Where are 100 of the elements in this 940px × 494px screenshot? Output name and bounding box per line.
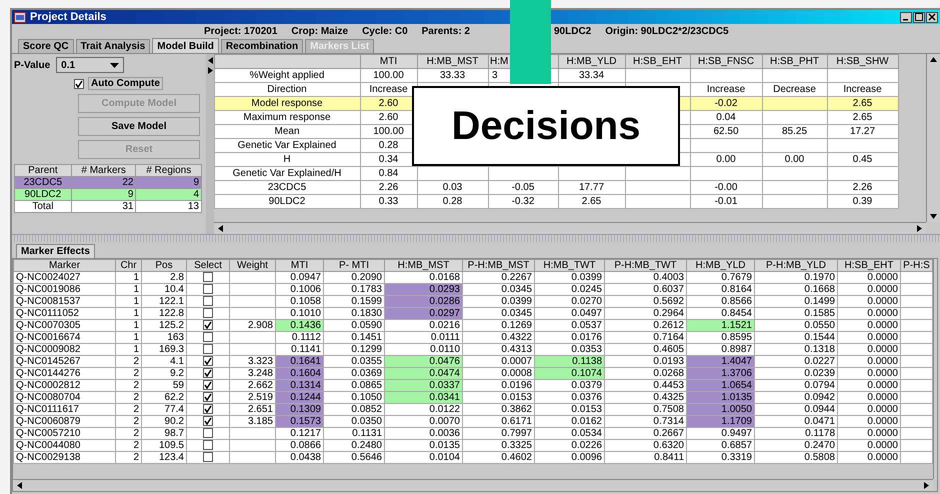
table-cell: 2.519 [230, 392, 276, 404]
table-cell: 0.0104 [384, 452, 462, 464]
table-cell: 0.0245 [534, 284, 604, 296]
select-checkbox[interactable] [203, 296, 213, 306]
auto-compute-checkbox[interactable] [74, 78, 84, 88]
caret-icon [110, 62, 120, 68]
table-cell: 0.4322 [462, 332, 534, 344]
select-checkbox[interactable] [203, 380, 213, 390]
table-cell: 0.4453 [604, 380, 686, 392]
tab[interactable]: Model Build [152, 38, 219, 53]
horizontal-scrollbar[interactable] [214, 222, 926, 234]
maximize-button[interactable] [913, 12, 925, 22]
column-header: H:SB_PHT [762, 54, 828, 68]
scroll-right-icon[interactable] [917, 225, 922, 232]
tab[interactable]: Score QC [18, 39, 74, 53]
table-cell: 0.3862 [462, 404, 534, 416]
table-cell: 0.1299 [324, 344, 384, 356]
table-cell: 0.4605 [604, 344, 686, 356]
table-cell: 62.2 [142, 392, 186, 404]
select-checkbox[interactable] [203, 356, 213, 366]
table-cell: 0.3325 [462, 440, 534, 452]
table-cell: 0.0268 [604, 368, 686, 380]
table-cell: 0.0000 [838, 428, 900, 440]
table-cell: 122.8 [142, 308, 186, 320]
table-cell: 0.1599 [324, 296, 384, 308]
table-cell: 0.1585 [754, 308, 838, 320]
table-cell: 31 [71, 200, 136, 212]
select-checkbox[interactable] [203, 332, 213, 342]
table-cell: 123.4 [142, 452, 186, 464]
table-cell: 0.1074 [534, 368, 604, 380]
table-cell: 3.185 [230, 416, 276, 428]
table-cell: 1.0135 [686, 392, 754, 404]
table-cell: 0.00 [690, 152, 762, 166]
tab[interactable]: Marker Effects [16, 244, 95, 258]
table-cell: 0.7997 [462, 428, 534, 440]
project-info: Project: 170201 [204, 26, 278, 36]
table-cell: 0.0345 [462, 308, 534, 320]
model-button[interactable]: Save Model [78, 117, 200, 136]
table-cell: 0.0497 [534, 308, 604, 320]
decisions-callout: Decisions [412, 86, 680, 166]
table-cell: 0.2267 [462, 272, 534, 284]
column-header: MTI [276, 260, 324, 272]
table-cell: 0.0122 [384, 404, 462, 416]
project-info: Origin: 90LDC2*2/23CDC5 [605, 26, 729, 36]
table-cell: 0.0226 [534, 440, 604, 452]
select-checkbox[interactable] [203, 284, 213, 294]
table-cell: 0.0353 [534, 344, 604, 356]
select-checkbox[interactable] [203, 308, 213, 318]
table-cell: 125.2 [142, 320, 186, 332]
select-checkbox[interactable] [203, 416, 213, 426]
minimize-button[interactable] [900, 12, 912, 22]
column-header: MTI [360, 54, 418, 68]
p-value-dropdown[interactable]: 0.1 [56, 57, 124, 73]
table-cell: 0.8566 [686, 296, 754, 308]
table-cell: 62.50 [690, 124, 762, 138]
select-checkbox[interactable] [203, 404, 213, 414]
select-checkbox[interactable] [203, 428, 213, 438]
horizontal-scrollbar[interactable] [13, 479, 933, 491]
column-header: H:MB_TWT [534, 260, 604, 272]
select-checkbox[interactable] [203, 368, 213, 378]
tab[interactable]: Recombination [220, 39, 304, 53]
vertical-scrollbar[interactable] [926, 54, 940, 222]
scroll-down-icon[interactable] [930, 214, 937, 219]
select-checkbox[interactable] [203, 452, 213, 462]
marker-cell: Q-NC0024027 [14, 272, 116, 284]
table-cell: 0.1668 [754, 284, 838, 296]
marker-cell: Q-NC0002812 [14, 380, 116, 392]
table-cell: 0.0196 [462, 380, 534, 392]
table-cell: 0.0110 [384, 344, 462, 356]
table-cell: 0.0534 [534, 428, 604, 440]
scroll-left-icon[interactable] [218, 225, 223, 232]
table-cell: 0.28 [418, 194, 488, 208]
table-cell: 1.4047 [686, 356, 754, 368]
table-cell: 0.1499 [754, 296, 838, 308]
table-cell: -0.01 [690, 194, 762, 208]
table-cell: 1.0654 [686, 380, 754, 392]
select-checkbox[interactable] [203, 392, 213, 402]
table-cell: 0.0369 [324, 368, 384, 380]
table-cell: 2.908 [230, 320, 276, 332]
marker-cell: Q-NC0080704 [14, 392, 116, 404]
table-cell: 0.1010 [276, 308, 324, 320]
select-checkbox[interactable] [203, 272, 213, 282]
table-cell: 0.0794 [754, 380, 838, 392]
close-button[interactable] [926, 12, 938, 22]
table-cell: 0.8164 [686, 284, 754, 296]
tab[interactable]: Trait Analysis [76, 39, 150, 53]
column-header: P- MTI [324, 260, 384, 272]
select-checkbox[interactable] [203, 440, 213, 450]
splitter[interactable] [206, 54, 214, 234]
row-label: Direction [214, 82, 360, 96]
table-cell: 0.1309 [276, 404, 324, 416]
table-cell: -0.00 [690, 180, 762, 194]
table-cell: 17.77 [558, 180, 626, 194]
scroll-up-icon[interactable] [930, 57, 937, 62]
select-checkbox[interactable] [203, 344, 213, 354]
marker-cell: Q-NC0016674 [14, 332, 116, 344]
scroll-left-icon[interactable] [17, 482, 22, 489]
table-cell: 0.9497 [686, 428, 754, 440]
scroll-right-icon[interactable] [924, 482, 929, 489]
select-checkbox[interactable] [203, 320, 213, 330]
